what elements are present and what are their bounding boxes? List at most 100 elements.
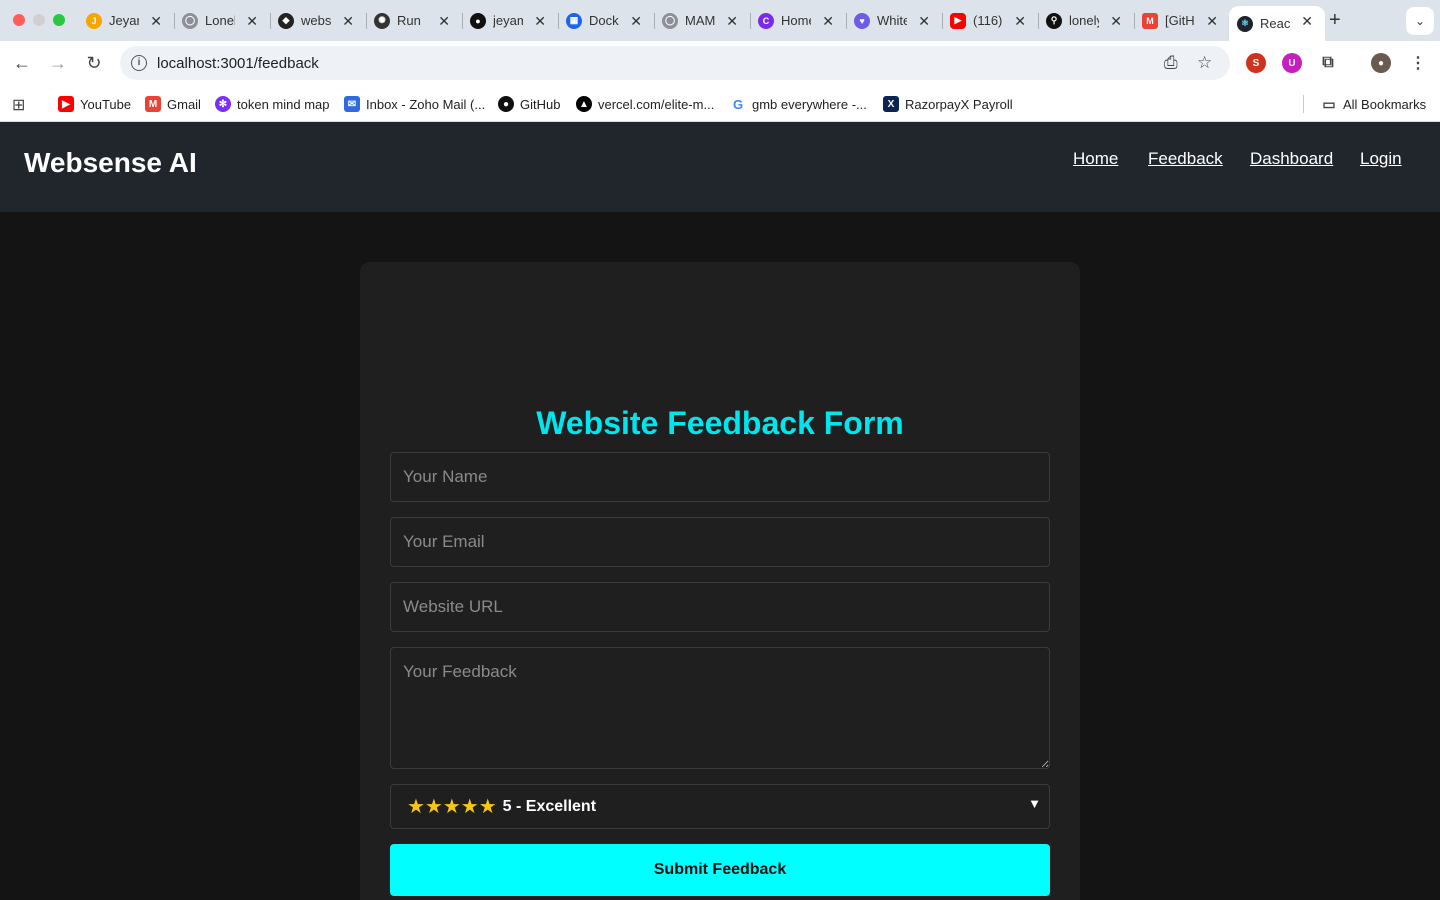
bookmark-item[interactable]: ✉ Inbox - Zoho Mail (... [344, 96, 485, 112]
openai-icon: ✺ [374, 12, 390, 29]
tab-close-icon[interactable]: ✕ [1110, 13, 1122, 30]
ublock-extension-icon[interactable]: U [1282, 53, 1302, 73]
bookmarks-bar: ⊞ ▶ YouTube M Gmail ✻ token mind map ✉ I… [0, 86, 1440, 122]
bookmark-item[interactable]: ▶ YouTube [58, 96, 131, 112]
nav-link-dashboard[interactable]: Dashboard [1250, 149, 1333, 169]
extensions-puzzle-icon[interactable]: ⧉ [1318, 53, 1338, 73]
github-icon: ● [470, 12, 486, 29]
tab-title: jeyam [493, 13, 523, 28]
youtube-icon: ▶ [950, 12, 966, 29]
chevron-down-icon: ▼ [1028, 796, 1041, 811]
rating-select[interactable]: ★★★★★ 5 - Excellent ▼ [390, 784, 1050, 829]
new-tab-icon[interactable]: + [1329, 9, 1341, 32]
bookmarks-divider [1303, 95, 1304, 113]
site-logo[interactable]: Websense AI [24, 147, 197, 179]
bookmark-label: Gmail [167, 96, 201, 112]
address-bar[interactable]: i localhost:3001/feedback ⎙ ☆ [120, 46, 1230, 80]
tab-title: Run [397, 13, 421, 28]
browser-tab[interactable]: M [GitHub] ✕ [1134, 6, 1230, 35]
tab-close-icon[interactable]: ✕ [1206, 13, 1218, 30]
name-input[interactable] [390, 452, 1050, 502]
tab-title: [GitHub] [1165, 13, 1195, 28]
heart-icon: ♥ [854, 12, 870, 29]
bookmark-label: RazorpayX Payroll [905, 96, 1013, 112]
bookmark-item[interactable]: ● GitHub [498, 96, 560, 112]
tab-close-icon[interactable]: ✕ [342, 13, 354, 30]
rating-stars-icon: ★★★★★ [407, 796, 497, 818]
tab-close-icon[interactable]: ✕ [1014, 13, 1026, 30]
tab-search-chevron-icon[interactable]: ⌄ [1406, 7, 1434, 35]
bookmark-label: YouTube [80, 96, 132, 112]
tab-title: React App [1260, 16, 1290, 31]
browser-tab[interactable]: ◯ MAMP ✕ [654, 6, 751, 35]
feedback-card: Website Feedback Form ★★★★★ 5 - Excellen… [360, 262, 1080, 900]
bookmark-item[interactable]: M Gmail [145, 96, 201, 112]
browser-tab[interactable]: ◆ websense ✕ [270, 6, 367, 35]
window-maximize-button[interactable] [53, 14, 65, 26]
zoho-mail-icon: ✉ [344, 96, 360, 112]
tab-close-icon[interactable]: ✕ [438, 13, 450, 30]
window-close-button[interactable] [13, 14, 25, 26]
submit-feedback-button[interactable]: Submit Feedback [390, 844, 1050, 896]
site-info-icon[interactable]: i [131, 55, 147, 71]
browser-tab-active[interactable]: ⚛ React App ✕ [1229, 6, 1325, 41]
browser-tab[interactable]: C Home ✕ [750, 6, 847, 35]
more-menu-icon[interactable]: ⋮ [1408, 53, 1428, 73]
feedback-textarea[interactable] [390, 647, 1050, 769]
tab-title: Jeyam [109, 13, 139, 28]
tab-close-icon[interactable]: ✕ [534, 13, 546, 30]
tab-close-icon[interactable]: ✕ [918, 13, 930, 30]
nav-link-login[interactable]: Login [1360, 149, 1402, 169]
nav-link-feedback[interactable]: Feedback [1148, 149, 1223, 169]
mindmap-icon: ✻ [215, 96, 231, 112]
apps-grid-icon[interactable]: ⊞ [12, 95, 25, 115]
link-icon: ⚲ [1046, 12, 1062, 29]
profile-avatar[interactable]: ● [1371, 53, 1391, 73]
gmail-icon: M [1142, 12, 1158, 29]
bookmark-item[interactable]: X RazorpayX Payroll [883, 96, 1013, 112]
email-input[interactable] [390, 517, 1050, 567]
nav-link-home[interactable]: Home [1073, 149, 1118, 169]
tab-title: Home [781, 13, 811, 28]
docker-icon: ▦ [566, 12, 582, 29]
reload-icon[interactable]: ↻ [83, 52, 105, 74]
vercel-icon: ▲ [576, 96, 592, 112]
tab-title: lonely [1069, 13, 1099, 28]
tab-close-icon[interactable]: ✕ [726, 13, 738, 30]
browser-tab[interactable]: ⚲ lonely ✕ [1038, 6, 1135, 35]
razorpay-icon: X [883, 96, 899, 112]
tab-close-icon[interactable]: ✕ [630, 13, 642, 30]
tab-close-icon[interactable]: ✕ [822, 13, 834, 30]
browser-tab[interactable]: ◯ Lonely ✕ [174, 6, 271, 35]
all-bookmarks-item[interactable]: ▭ All Bookmarks [1321, 96, 1426, 112]
seo-extension-icon[interactable]: S [1246, 53, 1266, 73]
browser-tab[interactable]: ♥ White ✕ [846, 6, 943, 35]
rating-selected-value: 5 - Excellent [502, 797, 597, 815]
site-header: Websense AI Home Feedback Dashboard Logi… [0, 122, 1440, 212]
tab-title: White [877, 13, 907, 28]
bookmark-star-icon[interactable]: ☆ [1197, 53, 1212, 73]
youtube-icon: ▶ [58, 96, 74, 112]
window-minimize-button[interactable] [33, 14, 45, 26]
tab-title: (116) [973, 13, 1003, 28]
globe-icon: ◯ [182, 12, 198, 29]
back-arrow-icon[interactable]: ← [11, 52, 33, 74]
bookmark-item[interactable]: ▲ vercel.com/elite-m... [576, 96, 714, 112]
browser-tab[interactable]: ● jeyam ✕ [462, 6, 559, 35]
url-text[interactable]: localhost:3001/feedback [157, 55, 319, 72]
bookmark-label: GitHub [520, 96, 561, 112]
react-icon: ⚛ [1237, 15, 1253, 32]
browser-tab[interactable]: J Jeyam ✕ [78, 6, 175, 35]
forward-arrow-icon[interactable]: → [47, 52, 69, 74]
all-bookmarks-label: All Bookmarks [1343, 96, 1427, 112]
bookmark-item[interactable]: ✻ token mind map [215, 96, 330, 112]
browser-tab[interactable]: ▦ Docker ✕ [558, 6, 655, 35]
tab-close-icon[interactable]: ✕ [1301, 13, 1313, 30]
website-url-input[interactable] [390, 582, 1050, 632]
tab-close-icon[interactable]: ✕ [150, 13, 162, 30]
browser-tab[interactable]: ✺ Run ✕ [366, 6, 463, 35]
browser-tab[interactable]: ▶ (116) ✕ [942, 6, 1039, 35]
bookmark-item[interactable]: G gmb everywhere -... [730, 96, 867, 112]
tab-close-icon[interactable]: ✕ [246, 13, 258, 30]
install-app-icon[interactable]: ⎙ [1164, 53, 1178, 73]
